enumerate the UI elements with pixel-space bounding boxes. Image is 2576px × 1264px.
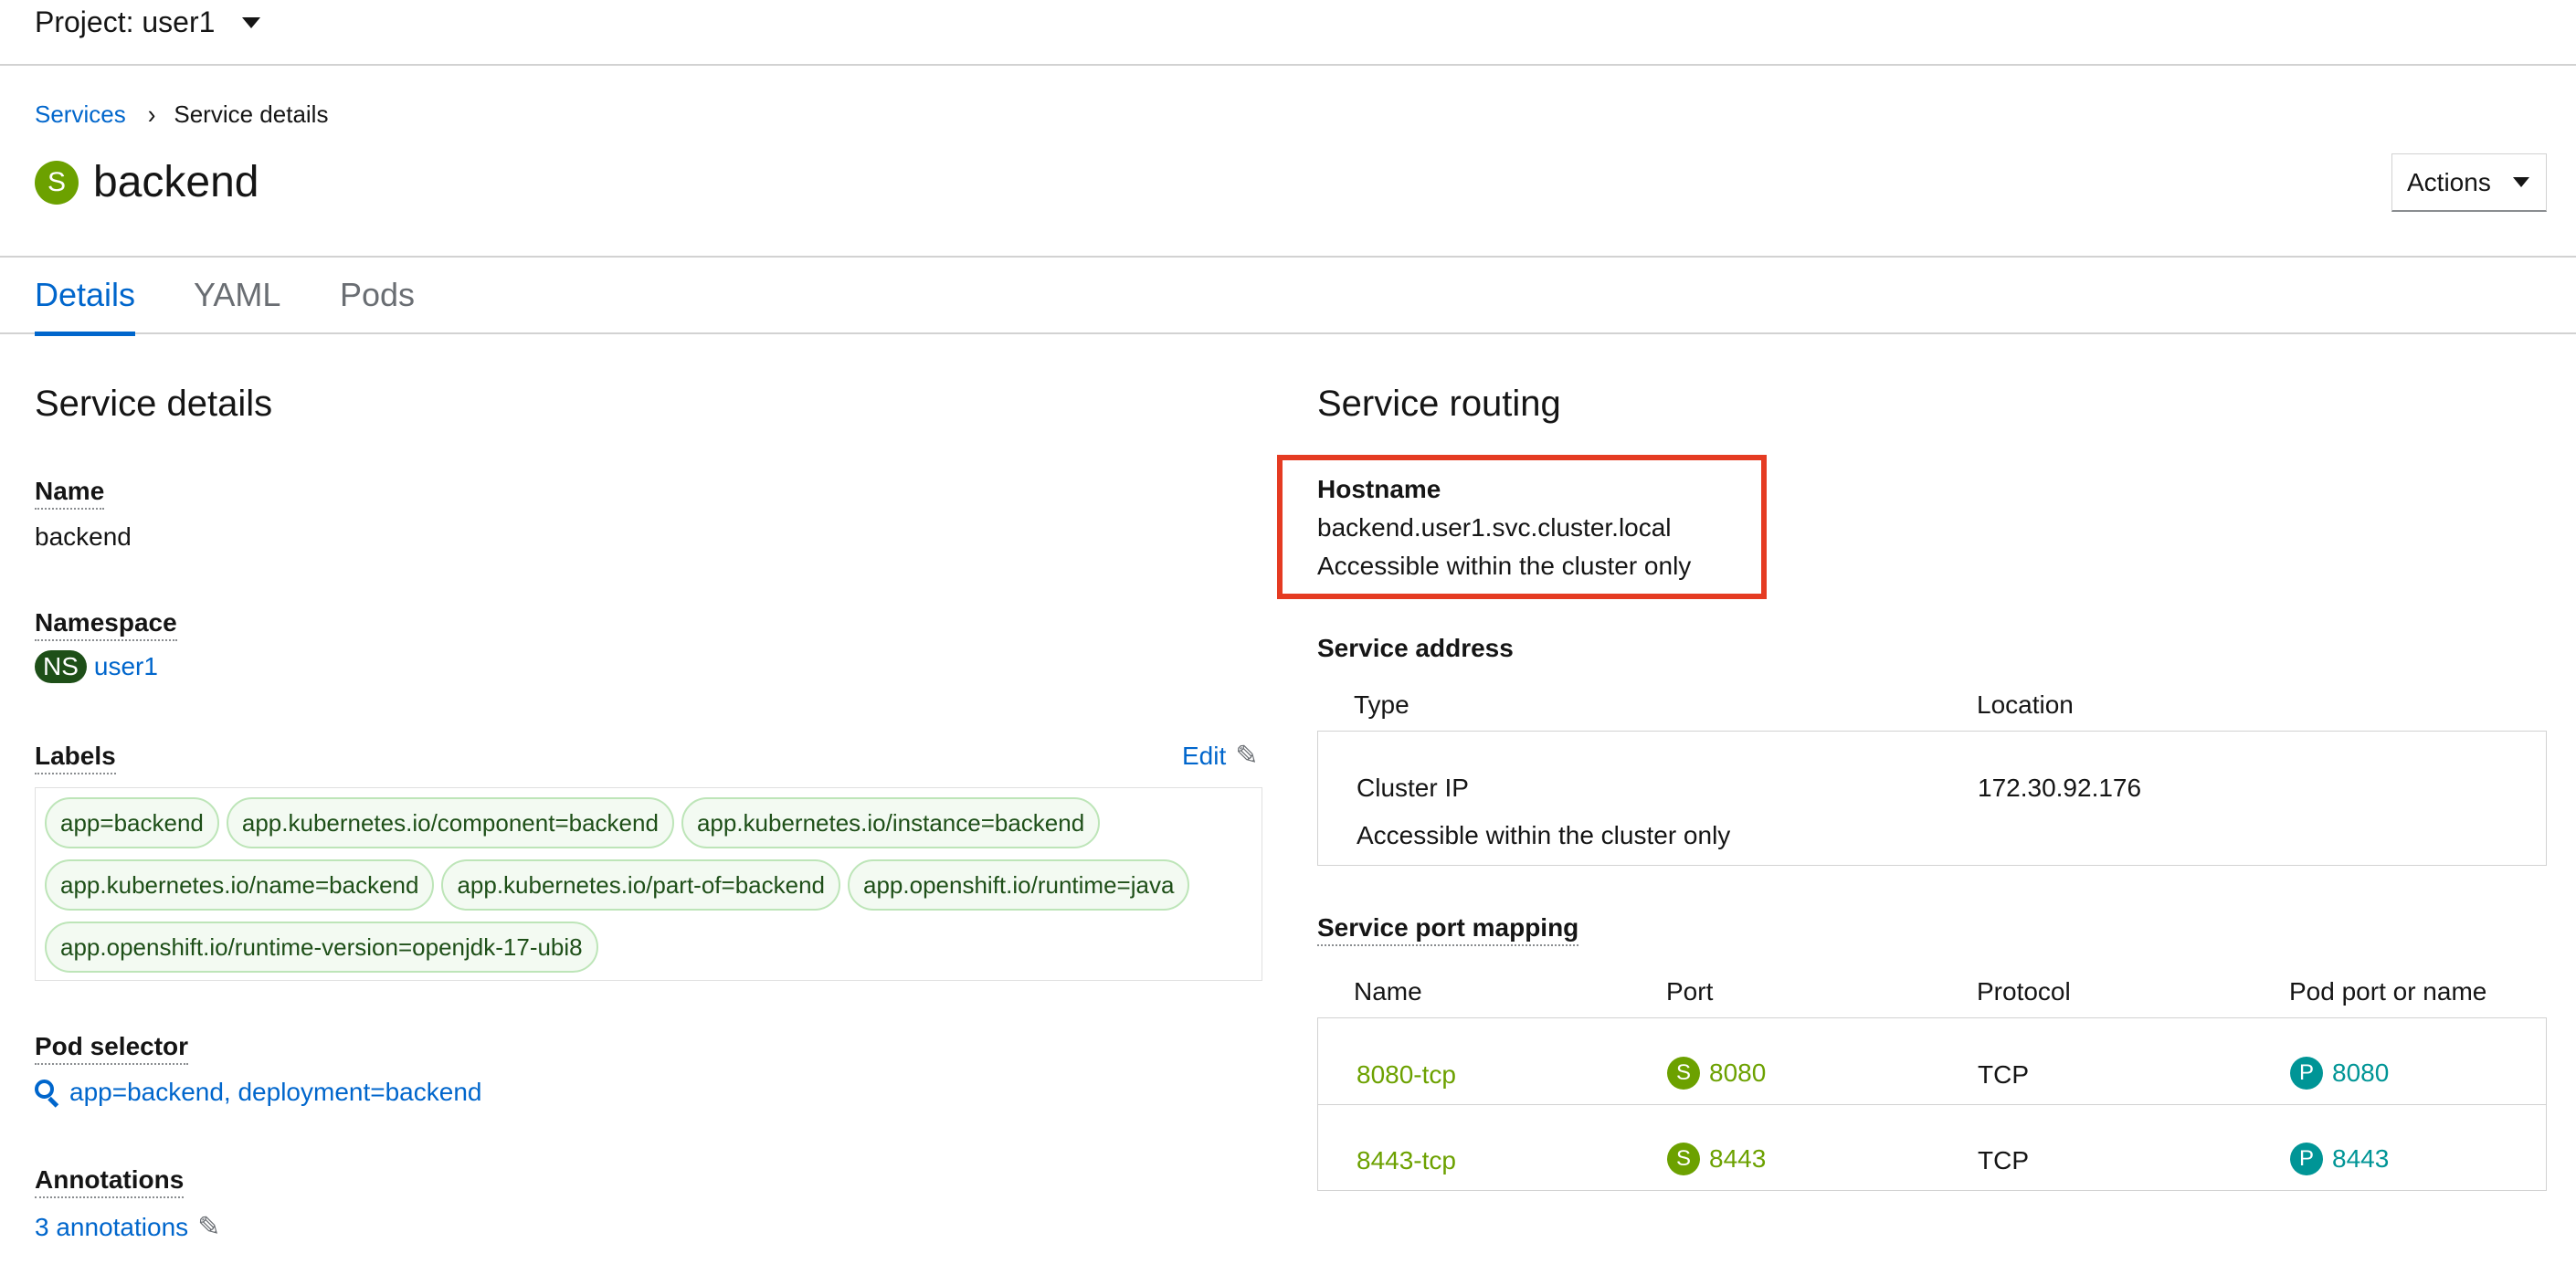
namespace-value: NS user1 xyxy=(35,650,158,683)
project-selector-label: Project: user1 xyxy=(35,5,216,38)
pod-port-value: 8443 xyxy=(2332,1144,2390,1173)
pod-selector-link[interactable]: app=backend, deployment=backend xyxy=(35,1078,482,1108)
label-chip[interactable]: app.kubernetes.io/part-of=backend xyxy=(441,859,841,911)
service-address-table: Cluster IP Accessible within the cluster… xyxy=(1317,731,2547,866)
pod-selector-term[interactable]: Pod selector xyxy=(35,1032,189,1065)
service-details-heading: Service details xyxy=(35,384,273,424)
pod-port-link[interactable]: P 8443 xyxy=(2290,1143,2389,1175)
tab-yaml[interactable]: YAML xyxy=(194,276,280,334)
port-mapping-term[interactable]: Service port mapping xyxy=(1317,913,1579,946)
service-address-term: Service address xyxy=(1317,634,1514,662)
label-chip[interactable]: app.kubernetes.io/component=backend xyxy=(226,797,674,848)
pod-badge: P xyxy=(2290,1143,2323,1175)
namespace-badge: NS xyxy=(35,650,87,683)
annotations-edit[interactable]: 3 annotations ✎ xyxy=(35,1211,220,1243)
port-protocol-header: Protocol xyxy=(1977,977,2071,1006)
annotations-term[interactable]: Annotations xyxy=(35,1165,185,1198)
labels-list: app=backend app.kubernetes.io/component=… xyxy=(35,787,1262,981)
caret-down-icon xyxy=(2512,177,2529,187)
breadcrumb: Services › Service details xyxy=(35,99,329,130)
page-title: backend xyxy=(93,158,259,206)
hostname-term: Hostname xyxy=(1317,475,1441,503)
service-routing-heading: Service routing xyxy=(1317,384,1561,424)
service-port-link[interactable]: S 8443 xyxy=(1667,1143,1766,1175)
port-name-header: Name xyxy=(1354,977,1422,1006)
service-badge: S xyxy=(1667,1143,1700,1175)
port-name-link[interactable]: 8443-tcp xyxy=(1357,1146,1456,1175)
breadcrumb-current: Service details xyxy=(174,100,329,128)
service-badge: S xyxy=(1667,1057,1700,1090)
service-port-link[interactable]: S 8080 xyxy=(1667,1057,1766,1090)
project-selector[interactable]: Project: user1 xyxy=(35,5,261,39)
hostname-note: Accessible within the cluster only xyxy=(1317,552,1692,580)
label-chip[interactable]: app=backend xyxy=(45,797,219,848)
pod-selector-value: app=backend, deployment=backend xyxy=(69,1078,482,1106)
name-term[interactable]: Name xyxy=(35,477,105,510)
pencil-icon: ✎ xyxy=(1235,741,1259,771)
service-port-value: 8443 xyxy=(1709,1144,1767,1173)
chevron-right-icon: › xyxy=(147,99,156,130)
address-type-value: Cluster IP xyxy=(1357,774,1469,802)
label-chip[interactable]: app.openshift.io/runtime-version=openjdk… xyxy=(45,922,598,973)
actions-label: Actions xyxy=(2407,167,2491,196)
tab-pods[interactable]: Pods xyxy=(340,276,415,334)
port-protocol: TCP xyxy=(1978,1060,2029,1089)
address-type-header: Type xyxy=(1354,690,1409,719)
pod-badge: P xyxy=(2290,1057,2323,1090)
page-title-row: S backend xyxy=(35,157,259,207)
address-location-header: Location xyxy=(1977,690,2074,719)
hostname-value: backend.user1.svc.cluster.local xyxy=(1317,513,1672,542)
port-mapping-table: 8080-tcp S 8080 TCP P 8080 8443-tcp S 84… xyxy=(1317,1017,2547,1191)
service-port-value: 8080 xyxy=(1709,1059,1767,1087)
service-kind-badge: S xyxy=(35,160,79,205)
tab-details[interactable]: Details xyxy=(35,276,136,336)
port-port-header: Port xyxy=(1666,977,1714,1006)
pencil-icon: ✎ xyxy=(197,1212,221,1242)
project-bar: Project: user1 xyxy=(0,0,2576,66)
labels-term[interactable]: Labels xyxy=(35,742,116,774)
port-pod-port-header: Pod port or name xyxy=(2289,977,2487,1006)
label-chip[interactable]: app.openshift.io/runtime=java xyxy=(848,859,1190,911)
caret-down-icon xyxy=(242,16,261,28)
pod-port-link[interactable]: P 8080 xyxy=(2290,1057,2389,1090)
port-name-link[interactable]: 8080-tcp xyxy=(1357,1060,1456,1090)
breadcrumb-services-link[interactable]: Services xyxy=(35,100,126,129)
row-divider xyxy=(1318,1104,2546,1105)
edit-labels-label: Edit xyxy=(1182,741,1227,770)
actions-dropdown-button[interactable]: Actions xyxy=(2391,153,2547,212)
port-protocol: TCP xyxy=(1978,1146,2029,1174)
address-type-note: Accessible within the cluster only xyxy=(1357,821,1731,849)
label-chip[interactable]: app.kubernetes.io/name=backend xyxy=(45,859,435,911)
edit-labels-button[interactable]: Edit ✎ xyxy=(1182,740,1258,772)
annotations-link: 3 annotations xyxy=(35,1212,189,1241)
namespace-link[interactable]: user1 xyxy=(94,652,158,681)
label-chip[interactable]: app.kubernetes.io/instance=backend xyxy=(681,797,1101,848)
pod-port-value: 8080 xyxy=(2332,1059,2390,1087)
address-location-value: 172.30.92.176 xyxy=(1978,774,2142,802)
tab-bar: Details YAML Pods xyxy=(0,256,2576,336)
name-value: backend xyxy=(35,522,132,551)
search-icon xyxy=(35,1080,60,1108)
namespace-term[interactable]: Namespace xyxy=(35,608,177,641)
